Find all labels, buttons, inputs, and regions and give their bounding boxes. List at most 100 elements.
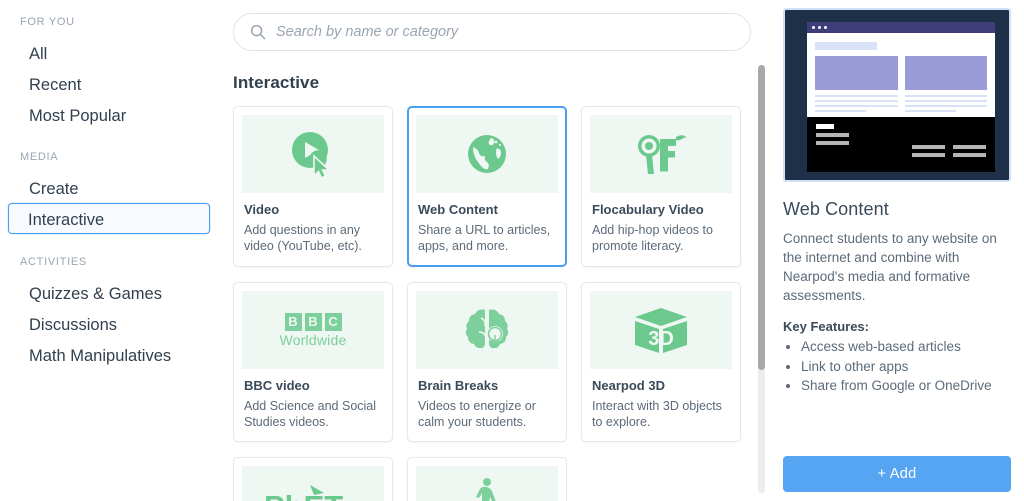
search-icon: [250, 24, 266, 40]
sidebar-item-all[interactable]: All: [8, 37, 210, 68]
preview-window-dot: [824, 26, 827, 29]
add-button[interactable]: + Add: [783, 456, 1011, 492]
sidebar-group-label-media: MEDIA: [20, 151, 59, 163]
cube-3d-label: 3D: [648, 328, 674, 350]
card-thumbnail: [416, 115, 558, 193]
preview-title-bar: [807, 22, 995, 33]
card-body: Web Content Share a URL to articles, app…: [409, 193, 565, 265]
card-body: Flocabulary Video Add hip-hop videos to …: [582, 193, 740, 265]
detail-panel: Web Content Connect students to any webs…: [775, 0, 1024, 501]
preview-footer-group: [953, 145, 986, 161]
preview-footer-left: [816, 124, 849, 165]
bbc-letter: B: [284, 313, 302, 331]
sidebar-item-most-popular[interactable]: Most Popular: [8, 99, 210, 130]
sidebar-item-create[interactable]: Create: [8, 172, 210, 203]
feature-item: Access web-based articles: [801, 337, 1008, 357]
key-features-list: Access web-based articles Link to other …: [801, 337, 1008, 396]
search-input[interactable]: [276, 14, 750, 50]
preview-text-line: [904, 100, 987, 102]
brain-lightbulb-icon: [465, 309, 509, 350]
preview-footer-bar: [912, 153, 945, 157]
sidebar-item-recent[interactable]: Recent: [8, 68, 210, 99]
nearpod-vr-logo: nearpod VR: [460, 477, 514, 501]
app-root: FOR YOU All Recent Most Popular MEDIA Cr…: [0, 0, 1024, 501]
preview-text-line: [815, 100, 898, 102]
preview-footer-bar: [953, 145, 986, 149]
preview-text-line: [815, 105, 898, 107]
sidebar-item-quizzes-and-games[interactable]: Quizzes & Games: [8, 277, 210, 308]
content-scrollbar-thumb[interactable]: [758, 65, 765, 370]
card-title: Flocabulary Video: [592, 202, 704, 217]
card-flocabulary-video[interactable]: Flocabulary Video Add hip-hop videos to …: [581, 106, 741, 267]
key-features-label: Key Features:: [783, 319, 869, 334]
preview-column: [904, 56, 987, 115]
preview-footer-bar: [816, 141, 849, 145]
preview-columns: [815, 56, 987, 115]
bbc-worldwide-word: Worldwide: [279, 332, 347, 348]
card-nearpod-vr[interactable]: nearpod VR: [407, 457, 567, 501]
card-title: BBC video: [244, 378, 310, 393]
card-phet[interactable]: PhET: [233, 457, 393, 501]
content-scrollbar-track[interactable]: [758, 65, 765, 493]
preview-browser-window: [807, 22, 995, 172]
card-brain-breaks[interactable]: Brain Breaks Videos to energize or calm …: [407, 282, 567, 442]
card-thumbnail: PhET: [242, 466, 384, 501]
card-title: Nearpod 3D: [592, 378, 665, 393]
bbc-letter: B: [304, 313, 322, 331]
card-description: Add hip-hop videos to promote literacy.: [592, 223, 713, 253]
preview-page-body: [807, 33, 995, 117]
content-pane: Interactive Video Add que: [222, 0, 775, 501]
web-content-browser-illustration: [783, 8, 1011, 182]
card-nearpod-3d[interactable]: 3D Nearpod 3D Interact with 3D objects t…: [581, 282, 741, 442]
card-bbc-video[interactable]: B B C Worldwide BBC video Add Science an…: [233, 282, 393, 442]
card-title: Web Content: [418, 202, 498, 217]
preview-footer-group: [912, 145, 945, 161]
card-grid: Video Add questions in any video (YouTub…: [233, 106, 763, 501]
bbc-worldwide-logo: B B C Worldwide: [280, 313, 347, 347]
preview-footer-bar: [912, 145, 945, 149]
preview-window-dot: [812, 26, 815, 29]
card-video[interactable]: Video Add questions in any video (YouTub…: [233, 106, 393, 267]
sidebar: FOR YOU All Recent Most Popular MEDIA Cr…: [0, 0, 222, 501]
card-body: BBC video Add Science and Social Studies…: [234, 369, 392, 441]
search-bar-container: [222, 0, 775, 51]
preview-footer-bar: [816, 124, 834, 129]
preview-text-line: [815, 95, 898, 97]
preview-text-line: [904, 105, 987, 107]
sidebar-item-math-manipulatives[interactable]: Math Manipulatives: [8, 339, 210, 370]
card-thumbnail: B B C Worldwide: [242, 291, 384, 369]
sidebar-item-discussions[interactable]: Discussions: [8, 308, 210, 339]
card-thumbnail: nearpod VR: [416, 466, 558, 501]
preview-image-block: [904, 56, 987, 90]
preview-footer-right: [912, 124, 986, 165]
flocabulary-microphone-icon: [638, 135, 687, 174]
card-body: Video Add questions in any video (YouTub…: [234, 193, 392, 265]
card-thumbnail: [242, 115, 384, 193]
feature-item: Share from Google or OneDrive: [801, 376, 1008, 396]
phet-logo: PhET: [264, 485, 343, 501]
sidebar-item-interactive[interactable]: Interactive: [8, 203, 210, 234]
preview-footer: [807, 117, 995, 172]
card-title: Video: [244, 202, 280, 217]
preview-column: [815, 56, 898, 115]
sidebar-group-label-activities: ACTIVITIES: [20, 256, 87, 268]
preview-text-line: [815, 110, 867, 112]
preview-image-block: [815, 56, 898, 90]
card-description: Add Science and Social Studies videos.: [244, 399, 377, 429]
preview-footer-bar: [816, 133, 849, 137]
phet-logo-text: PhET: [264, 489, 343, 501]
preview-footer-bar: [953, 153, 986, 157]
section-title-interactive: Interactive: [233, 73, 320, 92]
preview-text-line: [904, 95, 987, 97]
card-thumbnail: 3D: [590, 291, 732, 369]
card-web-content[interactable]: Web Content Share a URL to articles, app…: [407, 106, 567, 267]
preview-heading-bar: [815, 42, 877, 50]
feature-item: Link to other apps: [801, 357, 1008, 377]
search-box[interactable]: [233, 13, 751, 51]
card-description: Videos to energize or calm your students…: [418, 399, 536, 429]
card-description: Share a URL to articles, apps, and more.: [418, 223, 551, 253]
card-title: Brain Breaks: [418, 378, 499, 393]
card-grid-scroll-region: Video Add questions in any video (YouTub…: [222, 106, 775, 501]
preview-text-line: [904, 110, 956, 112]
card-description: Interact with 3D objects to explore.: [592, 399, 722, 429]
